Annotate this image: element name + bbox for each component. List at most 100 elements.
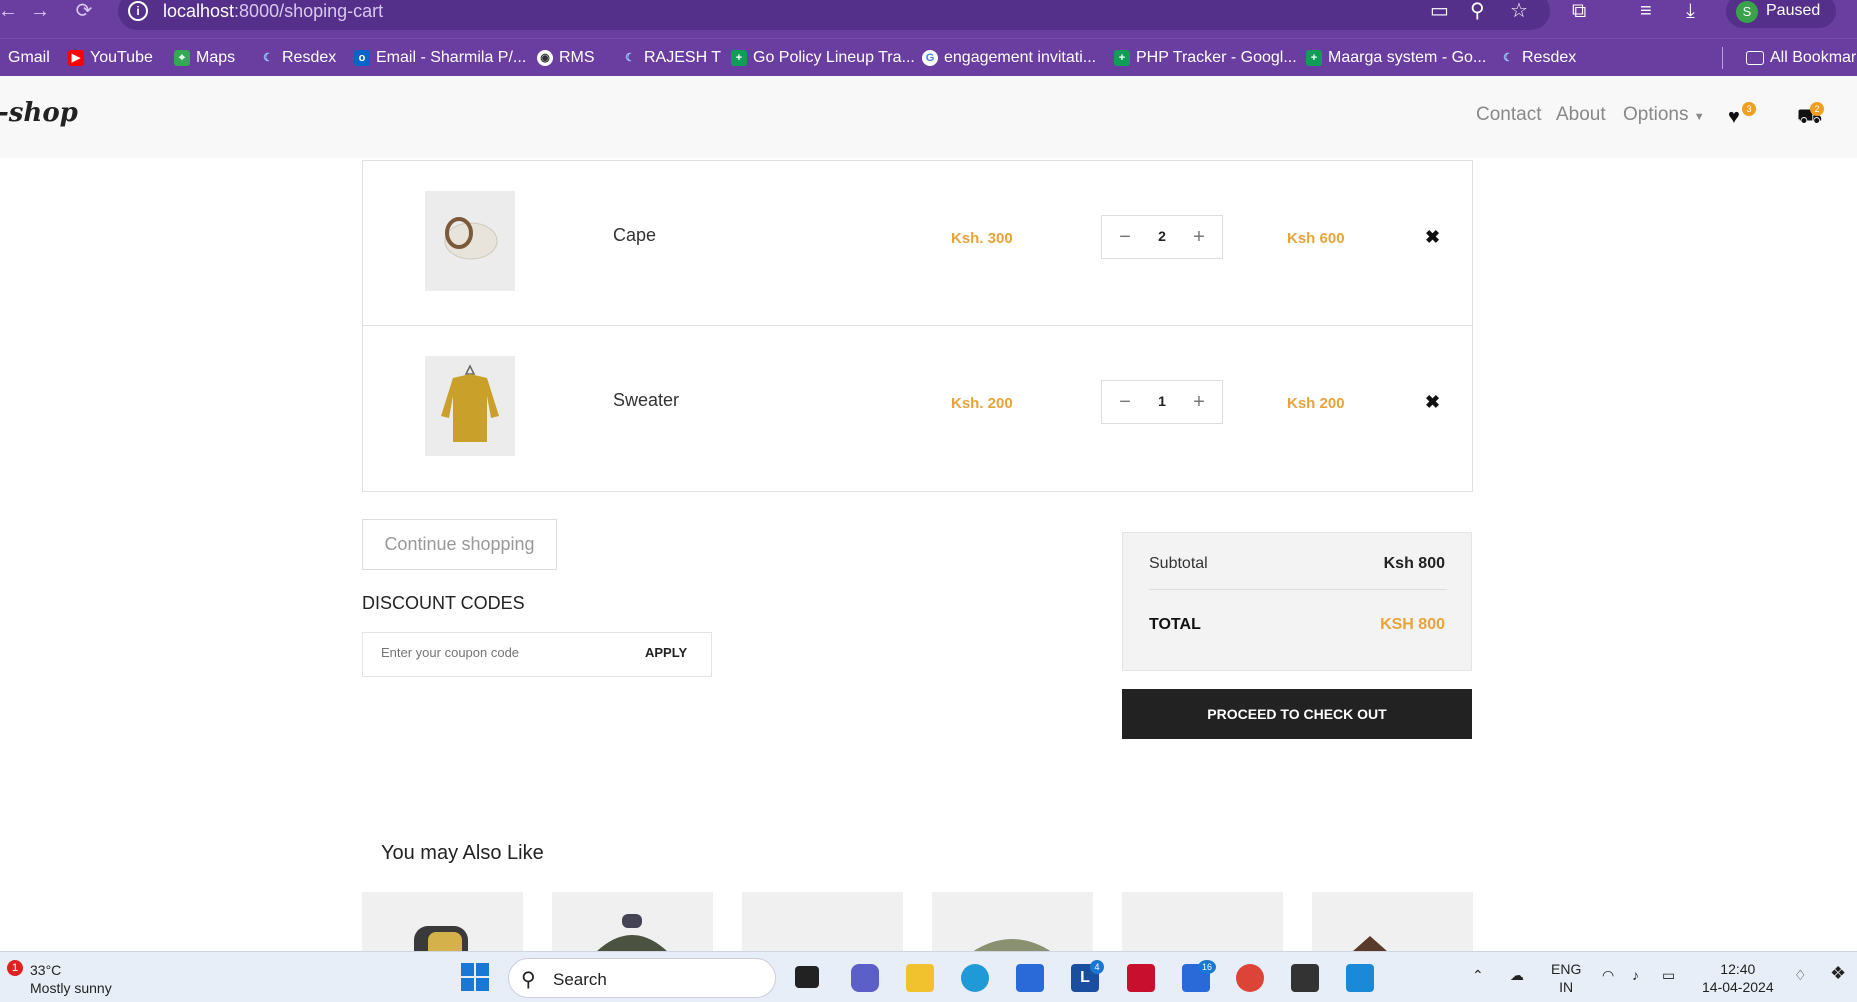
bookmark-item[interactable]: Gengagement invitati... [922, 48, 1096, 68]
site-logo[interactable]: -shop [0, 98, 78, 128]
subtotal-label: Subtotal [1149, 555, 1208, 572]
file-explorer-icon[interactable] [906, 964, 934, 992]
coupon-input[interactable] [381, 645, 621, 660]
volume-icon[interactable]: ♪ [1632, 966, 1639, 984]
teams-icon[interactable] [851, 964, 879, 992]
weather-widget[interactable]: 33°C Mostly sunny [30, 961, 112, 997]
terminal-icon[interactable] [1291, 964, 1319, 992]
quantity-value[interactable]: 1 [1146, 393, 1178, 409]
backpack-image [414, 926, 468, 966]
product-name[interactable]: Cape [613, 225, 656, 246]
bookmark-item[interactable]: + Go Policy Lineup Tra... [731, 48, 915, 68]
cart-summary: Subtotal Ksh 800 TOTAL KSH 800 [1122, 532, 1472, 671]
table-row: Sweater Ksh. 200 − 1 + Ksh 200 ✖ [363, 325, 1472, 490]
increase-button[interactable]: + [1184, 391, 1214, 414]
nav-options[interactable]: Options ▼ [1623, 104, 1705, 126]
total-value: KSH 800 [1380, 616, 1445, 633]
edge-icon[interactable] [961, 964, 989, 992]
chrome-icon[interactable] [1236, 964, 1264, 992]
clock[interactable]: 12:40 14-04-2024 [1702, 960, 1774, 996]
decrease-button[interactable]: − [1110, 391, 1140, 414]
cart-count-badge: 2 [1810, 102, 1824, 116]
mcafee-icon[interactable] [1127, 964, 1155, 992]
avatar: S [1736, 1, 1758, 23]
continue-shopping-button[interactable]: Continue shopping [362, 519, 557, 570]
reading-list-icon[interactable]: ≡ [1640, 0, 1652, 22]
product-thumbnail[interactable] [425, 191, 515, 291]
windows-start-icon[interactable] [460, 962, 490, 992]
task-view-icon[interactable] [795, 966, 819, 988]
wishlist-heart-icon[interactable]: ♥ [1728, 106, 1740, 129]
nav-contact[interactable]: Contact [1476, 104, 1541, 126]
nav-about[interactable]: About [1556, 104, 1606, 126]
bookmark-item[interactable]: + PHP Tracker - Googl... [1114, 48, 1297, 68]
remove-item-icon[interactable]: ✖ [1425, 392, 1440, 413]
bookmarks-bar: Gmail ▶ YouTube ⌖ Maps ☾ Resdex o Email - Sh… [0, 38, 1857, 76]
discount-codes-heading: DISCOUNT CODES [362, 593, 525, 613]
language-indicator[interactable]: ENG IN [1551, 960, 1581, 996]
profile-button[interactable]: S Paused [1726, 0, 1836, 28]
reload-icon[interactable]: ⟳ [70, 0, 98, 24]
store-icon[interactable] [1016, 964, 1044, 992]
extensions-icon[interactable]: ⧉ [1572, 0, 1586, 22]
bookmark-item[interactable]: ☾ RAJESH T [622, 48, 721, 68]
bookmark-item[interactable]: Gmail [8, 48, 50, 68]
bookmark-item[interactable]: o Email - Sharmila P/... [354, 48, 526, 68]
back-icon[interactable]: ← [0, 0, 22, 24]
folder-icon [1746, 51, 1764, 65]
checkout-button[interactable]: PROCEED TO CHECK OUT [1122, 689, 1472, 739]
taskbar-search[interactable]: ⚲ Search [508, 958, 776, 998]
browser-toolbar: ← → ⟳ i localhost:8000/shoping-cart ▭ ⚲ … [0, 0, 1857, 38]
increase-button[interactable]: + [1184, 226, 1214, 249]
notification-bell-icon[interactable]: ♢ [1794, 966, 1807, 984]
search-label: Search [553, 970, 607, 989]
cape-image [425, 191, 515, 291]
maps-icon: ⌖ [174, 50, 190, 66]
quantity-stepper: − 2 + [1101, 215, 1223, 259]
resdex-icon: ☾ [1503, 52, 1513, 64]
line-total: Ksh 600 [1287, 230, 1345, 247]
bookmark-star-icon[interactable]: ☆ [1510, 0, 1528, 22]
bookmark-item[interactable]: ☾ Resdex [1500, 48, 1576, 68]
windows-logo [461, 963, 489, 991]
bookmark-item[interactable]: ▶ YouTube [68, 48, 153, 68]
forward-icon[interactable]: → [26, 0, 54, 24]
quantity-value[interactable]: 2 [1146, 228, 1178, 244]
bookmark-item[interactable]: ◉ RMS [537, 48, 595, 68]
zoom-icon[interactable]: ⚲ [1470, 0, 1485, 22]
decrease-button[interactable]: − [1110, 226, 1140, 249]
l-app-badge: 4 [1090, 960, 1104, 974]
weather-status: Mostly sunny [30, 980, 112, 996]
product-name[interactable]: Sweater [613, 390, 679, 411]
apply-button[interactable]: APPLY [645, 645, 687, 660]
search-icon: ⚲ [521, 969, 536, 991]
time: 12:40 [1720, 961, 1756, 977]
sweater-image [425, 356, 515, 456]
date: 14-04-2024 [1702, 979, 1774, 995]
recommend-heading: You may Also Like [381, 842, 544, 864]
wifi-icon[interactable]: ◠ [1602, 966, 1614, 984]
sheets-icon: + [1114, 50, 1130, 66]
product-thumbnail[interactable] [425, 356, 515, 456]
bookmark-item[interactable]: + Maarga system - Go... [1306, 48, 1486, 68]
site-header: -shop Contact About Options ▼ ♥ 3 ⛟ 2 [0, 76, 1857, 158]
downloads-icon[interactable]: ⤓ [1686, 0, 1695, 22]
url-text[interactable]: localhost:8000/shoping-cart [163, 1, 383, 22]
unit-price: Ksh. 200 [951, 395, 1013, 412]
cart-table: Cape Ksh. 300 − 2 + Ksh 600 ✖ Sweater Ks… [362, 160, 1473, 492]
bookmark-item[interactable]: ☾ Resdex [260, 48, 336, 68]
taskbar: 1 33°C Mostly sunny ⚲ Search L 4 16 ⌃ ☁ … [0, 951, 1857, 1002]
remove-item-icon[interactable]: ✖ [1425, 227, 1440, 248]
outlook-icon: o [354, 50, 370, 66]
install-app-icon[interactable]: ▭ [1430, 0, 1449, 22]
temperature: 33°C [30, 962, 62, 978]
copilot-icon[interactable]: ❖ [1830, 964, 1846, 982]
vscode-icon[interactable] [1346, 964, 1374, 992]
chevron-up-icon[interactable]: ⌃ [1472, 966, 1484, 984]
table-row: Cape Ksh. 300 − 2 + Ksh 600 ✖ [363, 160, 1472, 325]
site-info-icon[interactable]: i [128, 1, 148, 21]
onedrive-icon[interactable]: ☁ [1510, 966, 1524, 984]
bookmark-item[interactable]: ⌖ Maps [174, 48, 235, 68]
battery-icon[interactable]: ▭ [1662, 966, 1675, 984]
all-bookmarks[interactable]: All Bookmarks [1746, 48, 1857, 68]
